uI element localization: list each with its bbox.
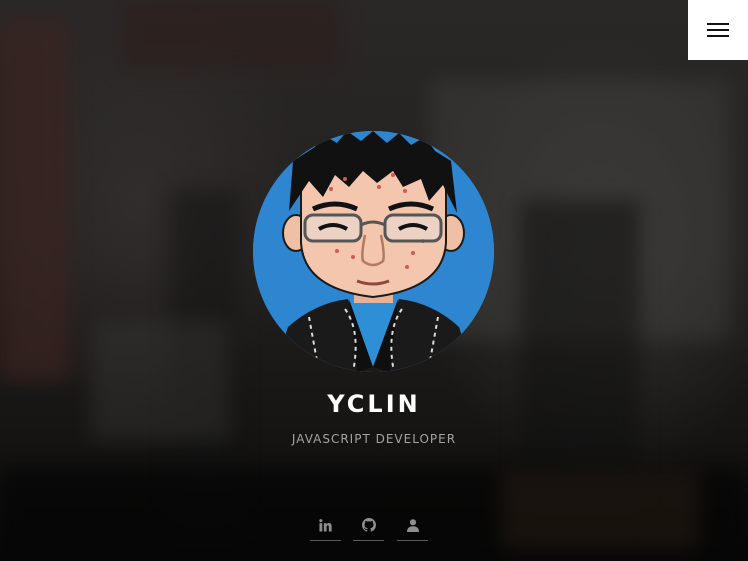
github-link[interactable]	[353, 510, 384, 541]
background-blur-shape	[500, 470, 700, 550]
background-blur-shape	[120, 0, 340, 70]
background-blur-shape	[0, 20, 70, 380]
user-icon	[406, 518, 419, 532]
profile-role: JAVASCRIPT DEVELOPER	[291, 432, 457, 446]
avatar	[253, 131, 494, 372]
profile-name: YCLIN	[327, 390, 421, 418]
linkedin-link[interactable]	[310, 510, 341, 541]
linkedin-icon	[319, 518, 332, 532]
cartoon-portrait-image	[253, 131, 494, 372]
menu-button[interactable]	[688, 0, 748, 60]
profile-link[interactable]	[397, 510, 428, 541]
background-blur-shape	[90, 320, 230, 440]
github-icon	[361, 518, 376, 532]
hamburger-menu-icon	[707, 23, 729, 37]
hero-section: YCLIN JAVASCRIPT DEVELOPER	[0, 0, 748, 561]
